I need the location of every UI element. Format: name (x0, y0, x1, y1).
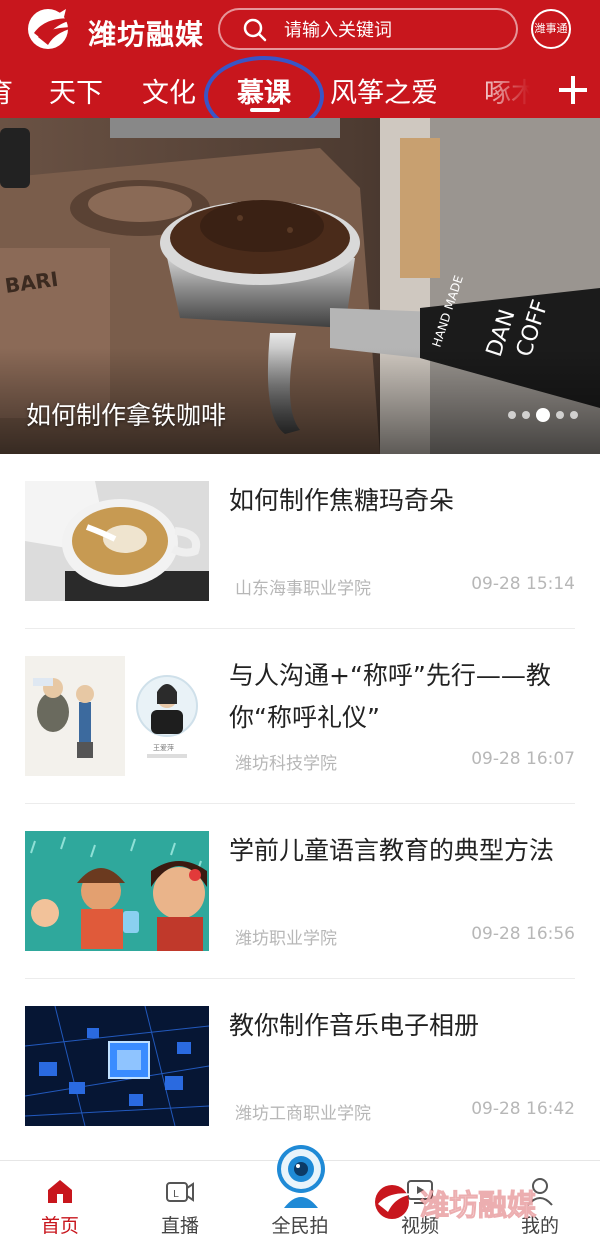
svg-text:L: L (173, 1189, 179, 1200)
article-item[interactable]: 如何制作焦糖玛奇朵 山东海事职业学院 09-28 15:14 (25, 454, 575, 629)
live-icon: L (166, 1182, 194, 1202)
carousel-dot[interactable] (556, 411, 564, 419)
nav-video-label: 视频 (400, 1215, 439, 1237)
carousel-dot-active[interactable] (536, 408, 550, 422)
tab-kite-love[interactable]: 风筝之爱 (330, 71, 438, 110)
cartoon-children-image (25, 831, 209, 951)
carousel-dot[interactable] (570, 411, 578, 419)
tab-world[interactable]: 天下 (49, 71, 103, 110)
article-title[interactable]: 如何制作焦糖玛奇朵 (229, 480, 575, 522)
user-badge-button[interactable]: 潍事通 (531, 9, 571, 49)
home-icon (48, 1180, 72, 1203)
carousel-indicator (506, 407, 586, 423)
banner-caption: 如何制作拿铁咖啡 (26, 401, 227, 430)
banner-carousel[interactable]: BARI HAND MADE DAN COFF 如何制作拿铁咖啡 (0, 118, 600, 454)
circuit-chips-image (25, 1006, 209, 1126)
channel-tabs: 育 天下 文化 慕课 风筝之爱 啄木 (0, 58, 600, 118)
nav-profile[interactable]: 我的 (490, 1161, 590, 1249)
article-thumbnail (25, 481, 209, 601)
nav-citizen-photo-label: 全民拍 (271, 1215, 329, 1237)
app-screen: 潍坊融媒 潍事通 育 天下 文化 慕课 风筝之爱 啄木 (0, 0, 600, 1249)
article-time: 09-28 16:07 (471, 749, 575, 769)
lecturer-name-text: 王爱萍 (153, 743, 174, 752)
article-time: 09-28 16:56 (471, 924, 575, 944)
article-title[interactable]: 与人沟通+“称呼”先行——教你“称呼礼仪” (229, 655, 575, 739)
plus-icon[interactable] (555, 72, 591, 108)
top-bar: 潍坊融媒 潍事通 (0, 0, 600, 58)
search-bar[interactable] (218, 8, 518, 50)
carousel-dot[interactable] (508, 411, 516, 419)
nav-live-label: 直播 (160, 1215, 199, 1237)
article-title[interactable]: 学前儿童语言教育的典型方法 (229, 830, 575, 872)
app-logo[interactable]: 潍坊融媒 (26, 7, 216, 51)
logo-text: 潍坊融媒 (88, 18, 205, 51)
article-title[interactable]: 教你制作音乐电子相册 (229, 1005, 575, 1047)
tab-mooc[interactable]: 慕课 (237, 71, 291, 110)
logo-icon (28, 9, 78, 49)
article-source: 潍坊工商职业学院 (235, 1104, 371, 1124)
etiquette-lecture-image: 王爱萍 (25, 656, 209, 776)
article-source: 潍坊科技学院 (235, 754, 337, 774)
app-header: 潍坊融媒 潍事通 育 天下 文化 慕课 风筝之爱 啄木 (0, 0, 600, 118)
article-thumbnail: 王爱萍 (25, 656, 209, 776)
article-time: 09-28 15:14 (471, 574, 575, 594)
carousel-dot[interactable] (522, 411, 530, 419)
article-thumbnail (25, 1006, 209, 1126)
article-thumbnail (25, 831, 209, 951)
nav-live[interactable]: L 直播 (130, 1161, 230, 1249)
active-tab-indicator (250, 108, 280, 112)
search-input[interactable] (284, 16, 504, 44)
search-icon (243, 18, 267, 42)
article-item[interactable]: 学前儿童语言教育的典型方法 潍坊职业学院 09-28 16:56 (25, 804, 575, 979)
nav-home-label: 首页 (40, 1215, 79, 1237)
nav-video[interactable]: 视频 (370, 1161, 470, 1249)
nav-profile-label: 我的 (520, 1215, 559, 1237)
video-icon (407, 1180, 433, 1204)
nav-home[interactable]: 首页 (10, 1161, 110, 1249)
article-item[interactable]: 王爱萍 与人沟通+“称呼”先行——教你“称呼礼仪” 潍坊科技学院 09-28 1… (25, 629, 575, 804)
tab-fade-overlay (470, 58, 550, 118)
tab-culture[interactable]: 文化 (142, 71, 196, 110)
tab-education[interactable]: 育 (0, 71, 13, 110)
article-source: 山东海事职业学院 (235, 579, 371, 599)
latte-art-image (25, 481, 209, 601)
profile-icon (527, 1178, 553, 1206)
article-source: 潍坊职业学院 (235, 929, 337, 949)
article-item[interactable]: 教你制作音乐电子相册 潍坊工商职业学院 09-28 16:42 (25, 979, 575, 1154)
camera-icon[interactable] (272, 1144, 330, 1208)
article-time: 09-28 16:42 (471, 1099, 575, 1119)
